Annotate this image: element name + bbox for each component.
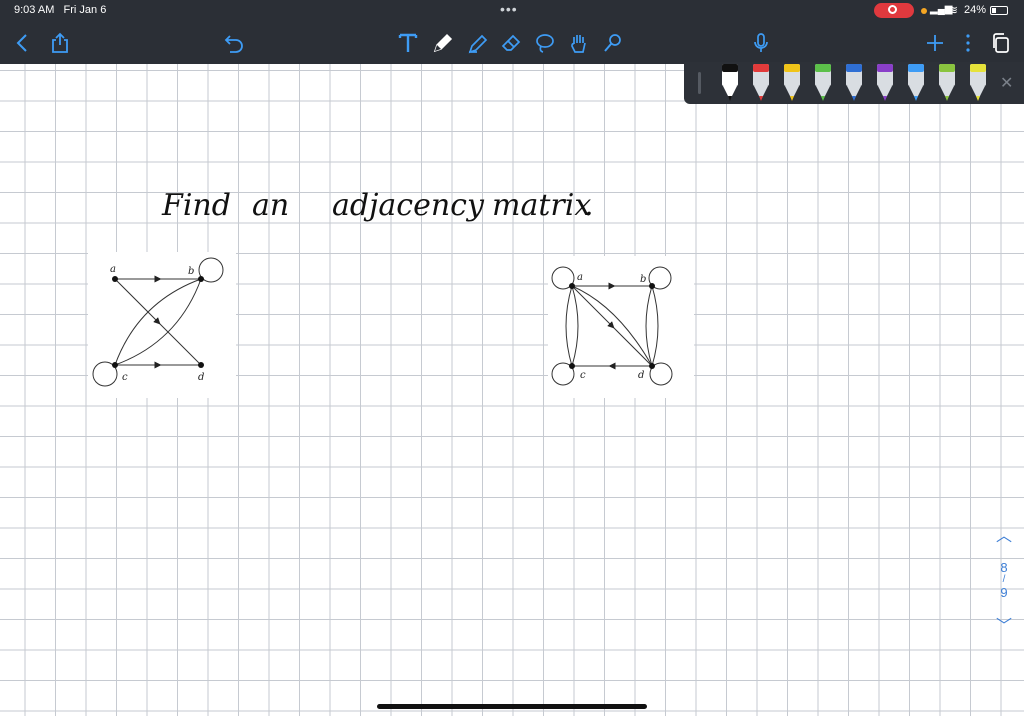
- vertex-label-c: c: [580, 370, 586, 381]
- vertex-label-a: a: [110, 264, 116, 275]
- close-palette-icon[interactable]: ✕: [1000, 73, 1013, 93]
- pen-color-7[interactable]: [906, 64, 926, 102]
- microphone-icon[interactable]: [748, 30, 774, 56]
- vertex-label-d: d: [198, 372, 204, 383]
- status-bar: 9:03 AM Fri Jan 6 ••• ▂▄▆ ≋ 24%: [0, 0, 1024, 22]
- note-word-matrix: matrix: [492, 188, 592, 223]
- status-time: 9:03 AM Fri Jan 6: [14, 4, 107, 16]
- pen-color-palette: ✕: [684, 62, 1024, 104]
- wifi-icon: ≋: [948, 3, 959, 17]
- note-word-period: .: [584, 188, 594, 223]
- lasso-tool-icon[interactable]: [532, 30, 558, 56]
- current-page: 8: [1000, 560, 1008, 575]
- battery-percent: 24%: [964, 4, 987, 16]
- share-icon[interactable]: [47, 30, 73, 56]
- more-icon[interactable]: [955, 30, 981, 56]
- pen-tool-icon[interactable]: [430, 30, 456, 56]
- total-pages: 9: [1000, 585, 1008, 600]
- note-word-find: Find: [162, 188, 231, 223]
- undo-icon[interactable]: [221, 30, 247, 56]
- vertex-label-d: d: [638, 370, 644, 381]
- directed-graph-2: a b c d: [548, 256, 694, 398]
- vertex-label-b: b: [188, 266, 194, 277]
- pen-color-3[interactable]: [782, 64, 802, 102]
- screen-recording-icon[interactable]: [874, 3, 914, 18]
- pen-color-1[interactable]: [720, 64, 740, 102]
- note-word-adjacency: adjacency: [332, 188, 484, 223]
- back-icon[interactable]: [10, 30, 36, 56]
- pages-icon[interactable]: [988, 30, 1014, 56]
- hand-tool-icon[interactable]: [566, 30, 592, 56]
- eraser-tool-icon[interactable]: [498, 30, 524, 56]
- page-indicator: ︿ 8 / 9 ﹀: [990, 522, 1018, 636]
- text-tool-icon[interactable]: [395, 30, 421, 56]
- toolbar: [0, 22, 1024, 64]
- directed-graph-1: a b c d: [88, 252, 236, 398]
- pen-color-6[interactable]: [875, 64, 895, 102]
- note-word-an: an: [252, 188, 290, 223]
- highlighter-tool-icon[interactable]: [464, 30, 490, 56]
- page-down-icon[interactable]: ﹀: [990, 612, 1018, 636]
- vertex-label-c: c: [122, 372, 128, 383]
- home-indicator[interactable]: [377, 704, 647, 709]
- pen-color-5[interactable]: [844, 64, 864, 102]
- vertex-label-a: a: [577, 272, 583, 283]
- page-up-icon[interactable]: ︿: [990, 522, 1018, 546]
- laser-tool-icon[interactable]: [600, 30, 626, 56]
- pen-color-9[interactable]: [968, 64, 988, 102]
- add-icon[interactable]: [922, 30, 948, 56]
- multitasking-dots-icon[interactable]: •••: [500, 1, 518, 17]
- pen-color-4[interactable]: [813, 64, 833, 102]
- page-separator: /: [1002, 574, 1006, 585]
- battery-icon: [990, 6, 1008, 15]
- pen-color-2[interactable]: [751, 64, 771, 102]
- mic-indicator-icon: [921, 8, 927, 14]
- pen-color-8[interactable]: [937, 64, 957, 102]
- vertex-label-b: b: [640, 274, 646, 285]
- palette-handle[interactable]: [698, 72, 701, 94]
